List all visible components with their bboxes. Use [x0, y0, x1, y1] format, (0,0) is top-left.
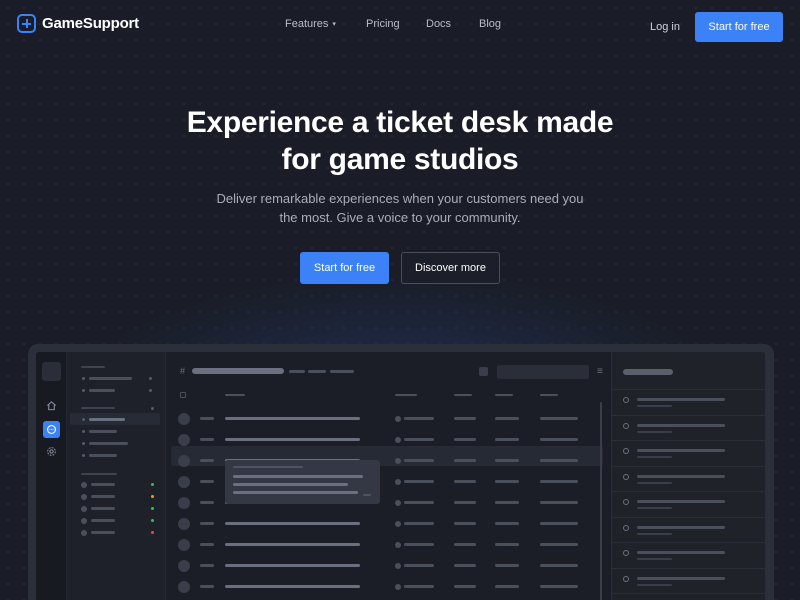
- list-title: [192, 368, 284, 374]
- avatar: [81, 518, 87, 524]
- activity-icon: [623, 448, 629, 454]
- activity-row: [612, 440, 765, 465]
- product-preview-screen: # ≡: [36, 352, 765, 600]
- sidebar-item: [89, 454, 117, 457]
- activity-icon: [623, 550, 629, 556]
- ticket-hover-preview: [225, 460, 380, 504]
- brand-logo[interactable]: GameSupport: [17, 14, 139, 33]
- preview-ticket-list: # ≡: [166, 352, 611, 600]
- sidebar-item: [89, 389, 115, 392]
- sidebar-section-title: [81, 366, 105, 368]
- activity-row: [612, 491, 765, 516]
- activity-icon: [623, 575, 629, 582]
- preview-sidebar: [67, 352, 166, 600]
- hero-cta-group: Start for free Discover more: [300, 252, 500, 284]
- sidebar-section-title: [81, 473, 117, 475]
- preview-activity-panel: [611, 352, 765, 600]
- nav-link-features[interactable]: Features ▾: [285, 18, 366, 30]
- preview-scrollbar: [600, 402, 602, 600]
- activity-icon: [623, 499, 629, 505]
- nav-link-blog[interactable]: Blog: [479, 18, 501, 30]
- avatar: [81, 506, 87, 512]
- login-link[interactable]: Log in: [650, 21, 680, 33]
- chat-icon: [43, 421, 60, 438]
- hero-subtitle: Deliver remarkable experiences when your…: [216, 191, 584, 225]
- preview-icon-rail: [36, 352, 67, 600]
- status-dot: [151, 495, 154, 498]
- filter-toggle: [479, 367, 488, 376]
- table-row: [166, 538, 606, 552]
- activity-icon: [623, 473, 629, 480]
- activity-row: [612, 414, 765, 440]
- nav-links: Features ▾ Pricing Docs Blog: [285, 18, 501, 30]
- nav-link-docs[interactable]: Docs: [426, 18, 479, 30]
- activity-row: [612, 465, 765, 491]
- sidebar-section-title: [81, 407, 115, 409]
- top-navigation: GameSupport Features ▾ Pricing Docs Blog …: [0, 0, 800, 54]
- table-row: [166, 433, 606, 447]
- table-row: [166, 412, 606, 426]
- activity-row: [612, 389, 765, 414]
- status-dot: [151, 507, 154, 510]
- activity-icon: [623, 422, 629, 429]
- activity-row: [612, 593, 765, 600]
- status-dot: [151, 519, 154, 522]
- status-dot: [151, 531, 154, 534]
- nav-start-free-button[interactable]: Start for free: [695, 12, 783, 42]
- panel-title: [623, 369, 673, 375]
- channel-hash-icon: #: [180, 366, 186, 376]
- select-all-checkbox: [180, 392, 186, 398]
- avatar: [81, 530, 87, 536]
- activity-icon: [623, 397, 629, 403]
- table-row: [166, 559, 606, 573]
- sidebar-item: [89, 377, 132, 380]
- home-icon: [44, 400, 59, 415]
- hero-start-free-button[interactable]: Start for free: [300, 252, 389, 284]
- activity-row: [612, 516, 765, 542]
- activity-row: [612, 567, 765, 593]
- activity-icon: [623, 524, 629, 531]
- avatar: [81, 494, 87, 500]
- avatar: [81, 482, 87, 488]
- table-row: [166, 517, 606, 531]
- discover-more-button[interactable]: Discover more: [401, 252, 500, 284]
- brand-logo-icon: [17, 14, 36, 33]
- menu-icon: ≡: [597, 366, 603, 377]
- preview-search-input: [497, 365, 589, 379]
- activity-row: [612, 542, 765, 567]
- sidebar-item: [89, 442, 128, 445]
- settings-icon: [44, 446, 59, 461]
- chevron-down-icon: ▾: [332, 21, 336, 28]
- status-dot: [151, 483, 154, 486]
- brand-name: GameSupport: [42, 15, 139, 32]
- table-row: [166, 580, 606, 594]
- nav-link-pricing[interactable]: Pricing: [366, 18, 426, 30]
- preview-workspace-avatar: [42, 362, 61, 381]
- sidebar-item: [89, 430, 117, 433]
- hero-title: Experience a ticket desk made for game s…: [186, 106, 614, 176]
